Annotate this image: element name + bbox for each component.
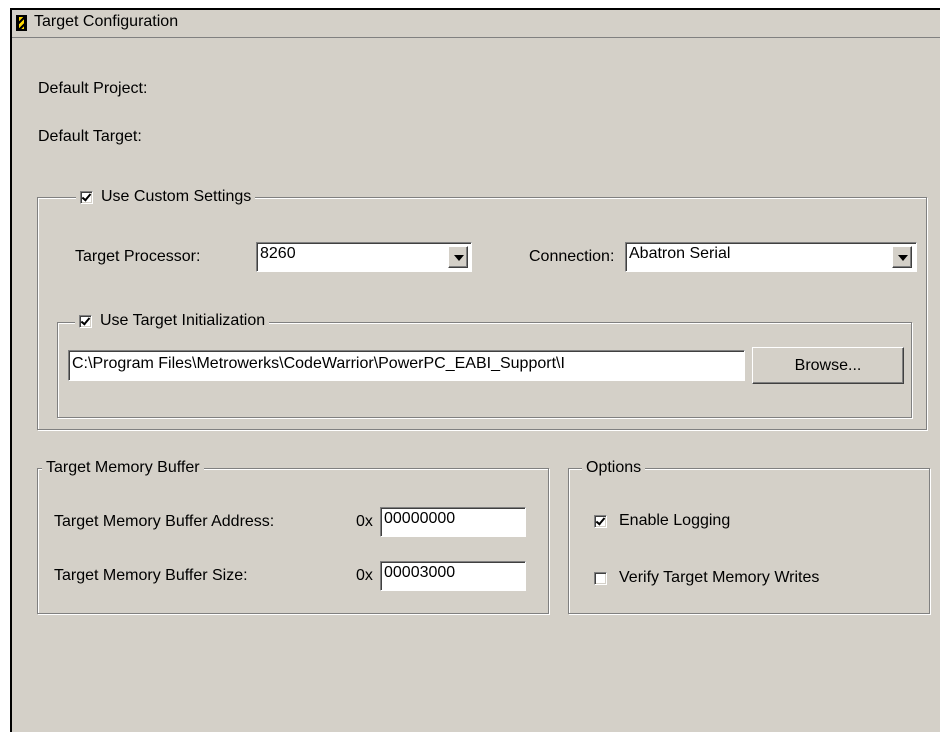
target-memory-buffer-title: Target Memory Buffer [42, 459, 204, 477]
enable-logging-checkbox[interactable]: Enable Logging [594, 512, 730, 530]
chevron-down-icon[interactable] [448, 246, 468, 268]
target-processor-value: 8260 [260, 245, 296, 262]
memory-buffer-size-value: 00003000 [384, 564, 456, 581]
options-title: Options [582, 459, 646, 477]
check-icon[interactable] [79, 314, 92, 328]
verify-memory-writes-checkbox[interactable]: Verify Target Memory Writes [594, 569, 819, 587]
connection-value: Abatron Serial [629, 245, 731, 262]
check-icon[interactable] [80, 190, 93, 204]
enable-logging-label: Enable Logging [619, 512, 731, 529]
memory-buffer-address-input[interactable]: 00000000 [380, 507, 526, 537]
settings-panel-icon [16, 15, 27, 31]
target-processor-dropdown[interactable]: 8260 [256, 242, 472, 272]
browse-button[interactable]: Browse... [752, 347, 904, 384]
default-project-label: Default Project: [38, 80, 148, 97]
panel-title: Target Configuration [34, 13, 179, 30]
check-icon[interactable] [594, 571, 607, 585]
use-custom-settings-label: Use Custom Settings [101, 188, 252, 205]
memory-buffer-address-value: 00000000 [384, 510, 456, 527]
memory-buffer-size-prefix: 0x [356, 567, 373, 584]
verify-memory-writes-label: Verify Target Memory Writes [619, 569, 820, 586]
use-custom-settings-checkbox[interactable]: Use Custom Settings [76, 188, 256, 206]
connection-dropdown[interactable]: Abatron Serial [625, 242, 917, 272]
memory-buffer-size-input[interactable]: 00003000 [380, 561, 526, 591]
memory-buffer-address-prefix: 0x [356, 513, 373, 530]
target-configuration-panel: Target Configuration Default Project: De… [10, 8, 940, 732]
memory-buffer-size-label: Target Memory Buffer Size: [54, 567, 248, 584]
initialization-file-path-value: C:\Program Files\Metrowerks\CodeWarrior\… [72, 355, 565, 372]
options-group [568, 468, 930, 614]
check-icon[interactable] [594, 514, 607, 528]
panel-header: Target Configuration [12, 10, 940, 38]
memory-buffer-address-label: Target Memory Buffer Address: [54, 513, 275, 530]
initialization-file-path-input[interactable]: C:\Program Files\Metrowerks\CodeWarrior\… [68, 350, 745, 381]
connection-label: Connection: [529, 248, 615, 265]
default-target-label: Default Target: [38, 128, 142, 145]
use-target-initialization-label: Use Target Initialization [100, 312, 266, 329]
use-target-initialization-checkbox[interactable]: Use Target Initialization [75, 312, 270, 330]
target-processor-label: Target Processor: [75, 248, 201, 265]
chevron-down-icon[interactable] [892, 246, 912, 268]
target-memory-buffer-group [37, 468, 549, 614]
